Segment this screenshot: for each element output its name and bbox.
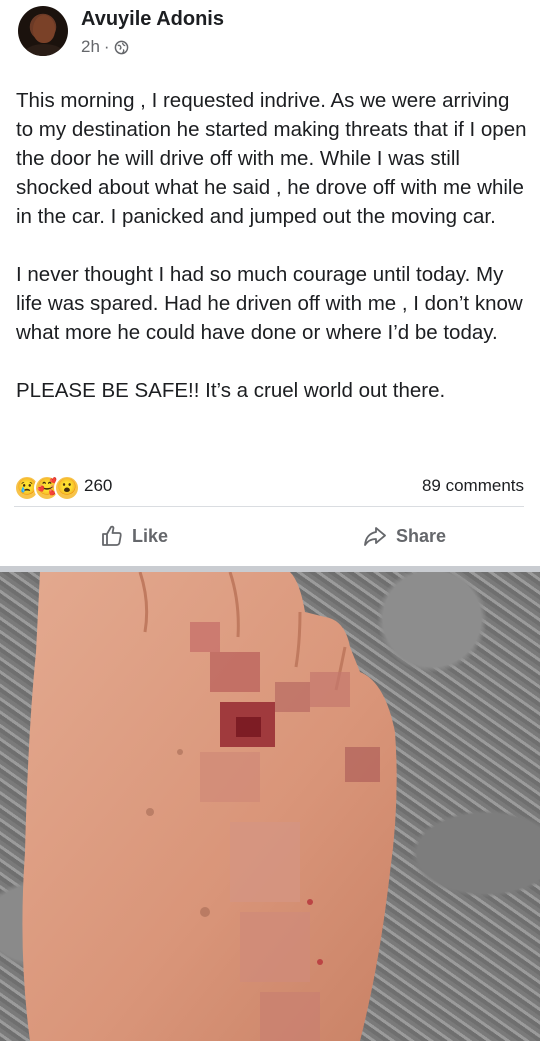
thumbs-up-icon (102, 525, 122, 546)
author-name[interactable]: Avuyile Adonis (81, 8, 224, 31)
post-paragraph: This morning , I requested indrive. As w… (16, 89, 527, 228)
post-header: Avuyile Adonis 2h · (14, 6, 514, 62)
globe-icon[interactable] (114, 40, 129, 55)
avatar[interactable] (18, 6, 68, 56)
wow-reaction-icon: 😮 (54, 475, 80, 501)
reactions-row: 😢 🥰 😮 260 89 comments (14, 472, 524, 501)
share-arrow-icon (364, 527, 386, 546)
post-paragraph: I never thought I had so much courage un… (16, 263, 523, 344)
post-photo[interactable] (0, 572, 540, 1041)
action-bar: Like Share (0, 516, 540, 558)
comments-count[interactable]: 89 comments (422, 476, 524, 496)
divider (14, 506, 524, 507)
injured-foot-image (22, 572, 397, 1041)
avatar-shoulder (24, 44, 64, 56)
meta-separator: · (103, 37, 110, 56)
post-meta: 2h · (81, 37, 129, 57)
reaction-count[interactable]: 260 (84, 476, 112, 496)
post-card: Avuyile Adonis 2h · This morning , I req… (0, 0, 540, 566)
share-button[interactable]: Share (362, 516, 446, 556)
post-time[interactable]: 2h (81, 37, 100, 57)
post-text: This morning , I requested indrive. As w… (16, 86, 531, 405)
avatar-face (33, 15, 55, 43)
reaction-icons[interactable]: 😢 🥰 😮 (14, 475, 80, 501)
like-button[interactable]: Like (100, 516, 168, 556)
share-label: Share (396, 525, 447, 546)
like-label: Like (132, 525, 169, 546)
post-paragraph: PLEASE BE SAFE!! It’s a cruel world out … (16, 379, 446, 402)
